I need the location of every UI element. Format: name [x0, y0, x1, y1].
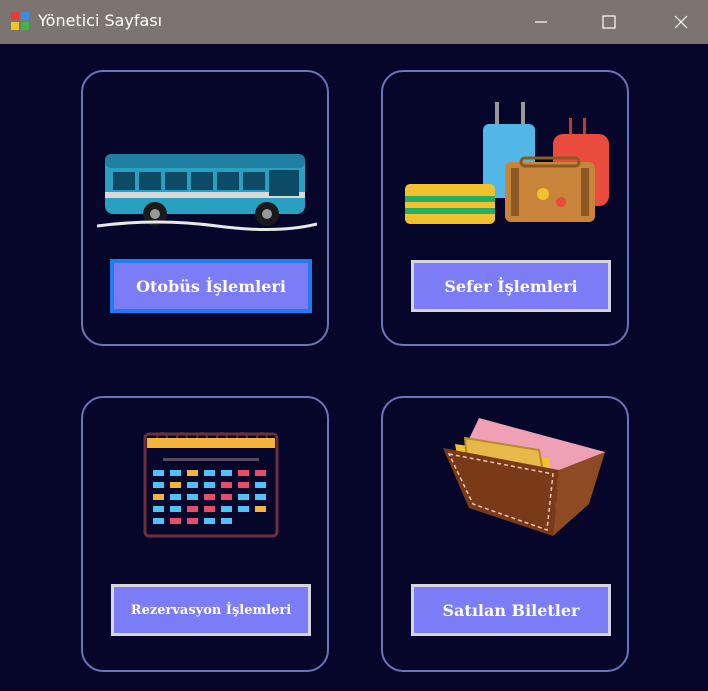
calendar-day-cell	[187, 494, 198, 500]
reservation-card: Rezervasyon İşlemleri	[81, 396, 329, 672]
sold-tickets-card: Satılan Biletler	[381, 396, 629, 672]
bus-operations-button[interactable]: Otobüs İşlemleri	[110, 259, 312, 313]
minimize-button[interactable]	[518, 0, 564, 44]
calendar-day-cell	[255, 470, 266, 476]
calendar-icon	[143, 432, 279, 538]
bus-card: Otobüs İşlemleri	[81, 70, 329, 346]
maximize-button[interactable]	[586, 0, 632, 44]
calendar-day-cell	[221, 470, 232, 476]
luggage-icon	[405, 102, 609, 224]
calendar-day-cell	[221, 482, 232, 488]
app-icon	[11, 12, 29, 30]
sold-tickets-button[interactable]: Satılan Biletler	[411, 584, 611, 636]
calendar-day-cell	[204, 494, 215, 500]
calendar-day-cell	[255, 494, 266, 500]
calendar-day-cell	[204, 470, 215, 476]
title-bar: Yönetici Sayfası	[0, 0, 708, 44]
calendar-day-cell	[187, 482, 198, 488]
main-panel: Otobüs İşlemleri Sefer İşlemleri Rezerva	[0, 44, 708, 691]
calendar-day-cell	[153, 494, 164, 500]
calendar-day-cell	[238, 494, 249, 500]
calendar-day-cell	[204, 482, 215, 488]
calendar-day-cell	[221, 506, 232, 512]
calendar-day-cell	[170, 494, 181, 500]
trip-operations-button[interactable]: Sefer İşlemleri	[411, 260, 611, 312]
calendar-day-cell	[153, 482, 164, 488]
calendar-day-cell	[187, 518, 198, 524]
bus-icon	[97, 154, 317, 232]
calendar-day-cell	[153, 518, 164, 524]
calendar-day-cell	[238, 506, 249, 512]
calendar-day-cell	[204, 518, 215, 524]
trip-card: Sefer İşlemleri	[381, 70, 629, 346]
wallet-icon	[443, 418, 605, 536]
calendar-day-cell	[153, 470, 164, 476]
calendar-day-cell	[187, 506, 198, 512]
calendar-day-cell	[170, 518, 181, 524]
close-button[interactable]	[658, 0, 704, 44]
calendar-day-cell	[255, 506, 266, 512]
calendar-day-cell	[187, 470, 198, 476]
window-title: Yönetici Sayfası	[38, 11, 163, 30]
calendar-day-cell	[221, 518, 232, 524]
calendar-day-cell	[170, 506, 181, 512]
calendar-day-cell	[204, 506, 215, 512]
calendar-day-cell	[238, 482, 249, 488]
minimize-icon	[535, 21, 547, 23]
close-icon	[674, 15, 688, 29]
calendar-day-cell	[255, 482, 266, 488]
calendar-day-cell	[170, 470, 181, 476]
calendar-day-cell	[221, 494, 232, 500]
calendar-day-cell	[238, 470, 249, 476]
reservation-operations-button[interactable]: Rezervasyon İşlemleri	[111, 584, 311, 636]
calendar-day-cell	[170, 482, 181, 488]
calendar-day-cell	[153, 506, 164, 512]
maximize-icon	[602, 15, 616, 29]
